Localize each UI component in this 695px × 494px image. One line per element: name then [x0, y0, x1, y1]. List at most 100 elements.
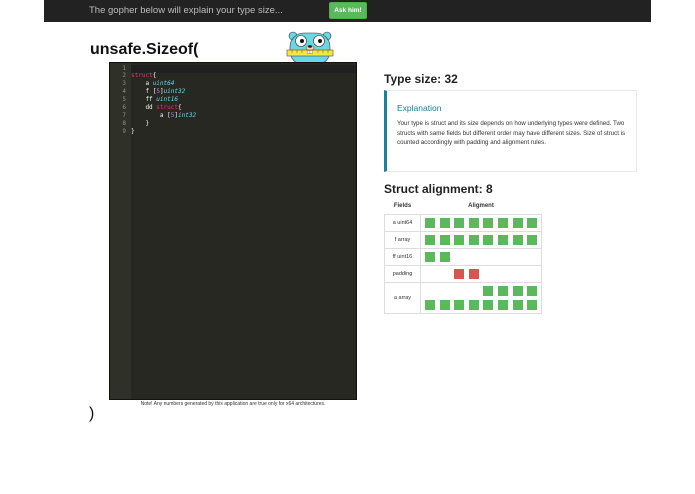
type-size-heading: Type size: 32	[384, 72, 458, 86]
used-byte-block	[468, 217, 479, 228]
used-byte-block	[454, 234, 465, 245]
line-number: 4	[122, 88, 126, 96]
code-line: ff uint16	[131, 96, 178, 103]
used-byte-block	[498, 217, 508, 228]
line-number: 6	[122, 104, 126, 111]
used-byte-block	[498, 299, 508, 310]
code-token: uint32	[163, 88, 186, 96]
alignment-cell	[420, 230, 542, 249]
explanation-panel: Explanation Your type is struct and its …	[384, 90, 637, 172]
field-name-cell: a uint64	[384, 213, 421, 232]
active-line-highlight	[131, 65, 356, 73]
explanation-title: Explanation	[397, 103, 442, 113]
table-header-row: Fields Aligment	[384, 199, 542, 215]
page: The gopher below will explain your type …	[0, 0, 695, 494]
code-token: }	[131, 127, 135, 135]
used-byte-block	[454, 217, 465, 228]
code-line: dd struct{	[131, 104, 182, 111]
used-byte-block	[425, 251, 435, 262]
padding-byte-block	[454, 268, 465, 279]
alignment-column-header: Aligment	[420, 199, 542, 215]
code-token: a	[131, 111, 168, 119]
used-byte-block	[468, 234, 479, 245]
fields-column-header: Fields	[384, 199, 421, 215]
code-line: struct{	[131, 72, 156, 79]
code-token: a	[131, 80, 153, 88]
padding-byte-block	[468, 268, 479, 279]
table-row: padding	[384, 264, 542, 283]
alignment-cell	[420, 264, 542, 283]
code-token: int32	[178, 111, 197, 119]
used-byte-block	[527, 234, 538, 245]
page-title: unsafe.Sizeof(	[90, 41, 199, 58]
explanation-body: Your type is struct and its size depends…	[397, 120, 626, 146]
code-token: uint16	[156, 96, 178, 104]
ask-him-button[interactable]: Ask him!	[329, 2, 367, 19]
used-byte-block	[468, 299, 479, 310]
line-number: 8	[122, 119, 126, 127]
code-token: struct	[131, 72, 153, 80]
used-byte-block	[498, 285, 508, 296]
used-byte-block	[512, 299, 523, 310]
line-number: 7	[122, 111, 126, 119]
code-token: ff	[131, 96, 157, 104]
code-line: }	[131, 120, 149, 127]
field-name-cell: ff uint16	[384, 247, 421, 266]
table-row: f array	[384, 230, 542, 249]
line-number: 1	[122, 64, 126, 72]
editor-code-area[interactable]: struct{ a uint64 f [5]uint32 ff uint16 d…	[131, 63, 356, 399]
table-row: a array	[384, 281, 542, 314]
struct-alignment-heading: Struct alignment: 8	[384, 182, 493, 196]
editor-gutter: 123456789	[110, 63, 131, 399]
used-byte-block	[425, 234, 435, 245]
code-token: f	[131, 88, 153, 96]
field-name-cell: a array	[384, 281, 421, 314]
line-number: 9	[122, 127, 126, 135]
closing-paren: )	[89, 405, 95, 422]
code-token: }	[131, 119, 150, 127]
navbar-tagline: The gopher below will explain your type …	[89, 5, 283, 16]
used-byte-block	[454, 299, 465, 310]
line-number: 5	[122, 96, 126, 104]
used-byte-block	[483, 299, 494, 310]
used-byte-block	[439, 234, 450, 245]
used-byte-block	[512, 234, 523, 245]
code-token: {	[177, 104, 182, 111]
code-token: struct	[156, 104, 178, 111]
alignment-cell	[420, 213, 542, 232]
used-byte-block	[527, 217, 538, 228]
used-byte-block	[483, 234, 494, 245]
code-line: }	[131, 128, 135, 135]
table-row: a uint64	[384, 213, 542, 232]
used-byte-block	[527, 299, 538, 310]
gopher-mascot-icon	[286, 31, 334, 63]
code-line: f [5]uint32	[131, 88, 185, 95]
alignment-cell	[420, 281, 542, 314]
table-row: ff uint16	[384, 247, 542, 266]
used-byte-block	[512, 217, 523, 228]
top-navbar: The gopher below will explain your type …	[44, 0, 651, 22]
code-token: uint64	[152, 80, 175, 88]
code-line: a [5]int32	[131, 112, 196, 119]
code-editor[interactable]: 123456789 struct{ a uint64 f [5]uint32 f…	[109, 62, 357, 400]
used-byte-block	[439, 217, 450, 228]
code-line: a uint64	[131, 80, 174, 87]
used-byte-block	[498, 234, 508, 245]
field-name-cell: padding	[384, 264, 421, 283]
used-byte-block	[425, 217, 435, 228]
used-byte-block	[483, 217, 494, 228]
line-number: 2	[122, 72, 126, 80]
used-byte-block	[527, 285, 538, 296]
line-number: 3	[122, 80, 126, 88]
field-name-cell: f array	[384, 230, 421, 249]
used-byte-block	[425, 299, 435, 310]
used-byte-block	[439, 299, 450, 310]
alignment-table: Fields Aligment a uint64 f array ff uint16…	[384, 199, 542, 314]
code-token: dd	[131, 104, 157, 111]
code-token: {	[152, 72, 157, 80]
used-byte-block	[439, 251, 450, 262]
alignment-cell	[420, 247, 542, 266]
used-byte-block	[483, 285, 494, 296]
used-byte-block	[512, 285, 523, 296]
architecture-note: Note! Any numbers generated by this appl…	[140, 401, 326, 407]
